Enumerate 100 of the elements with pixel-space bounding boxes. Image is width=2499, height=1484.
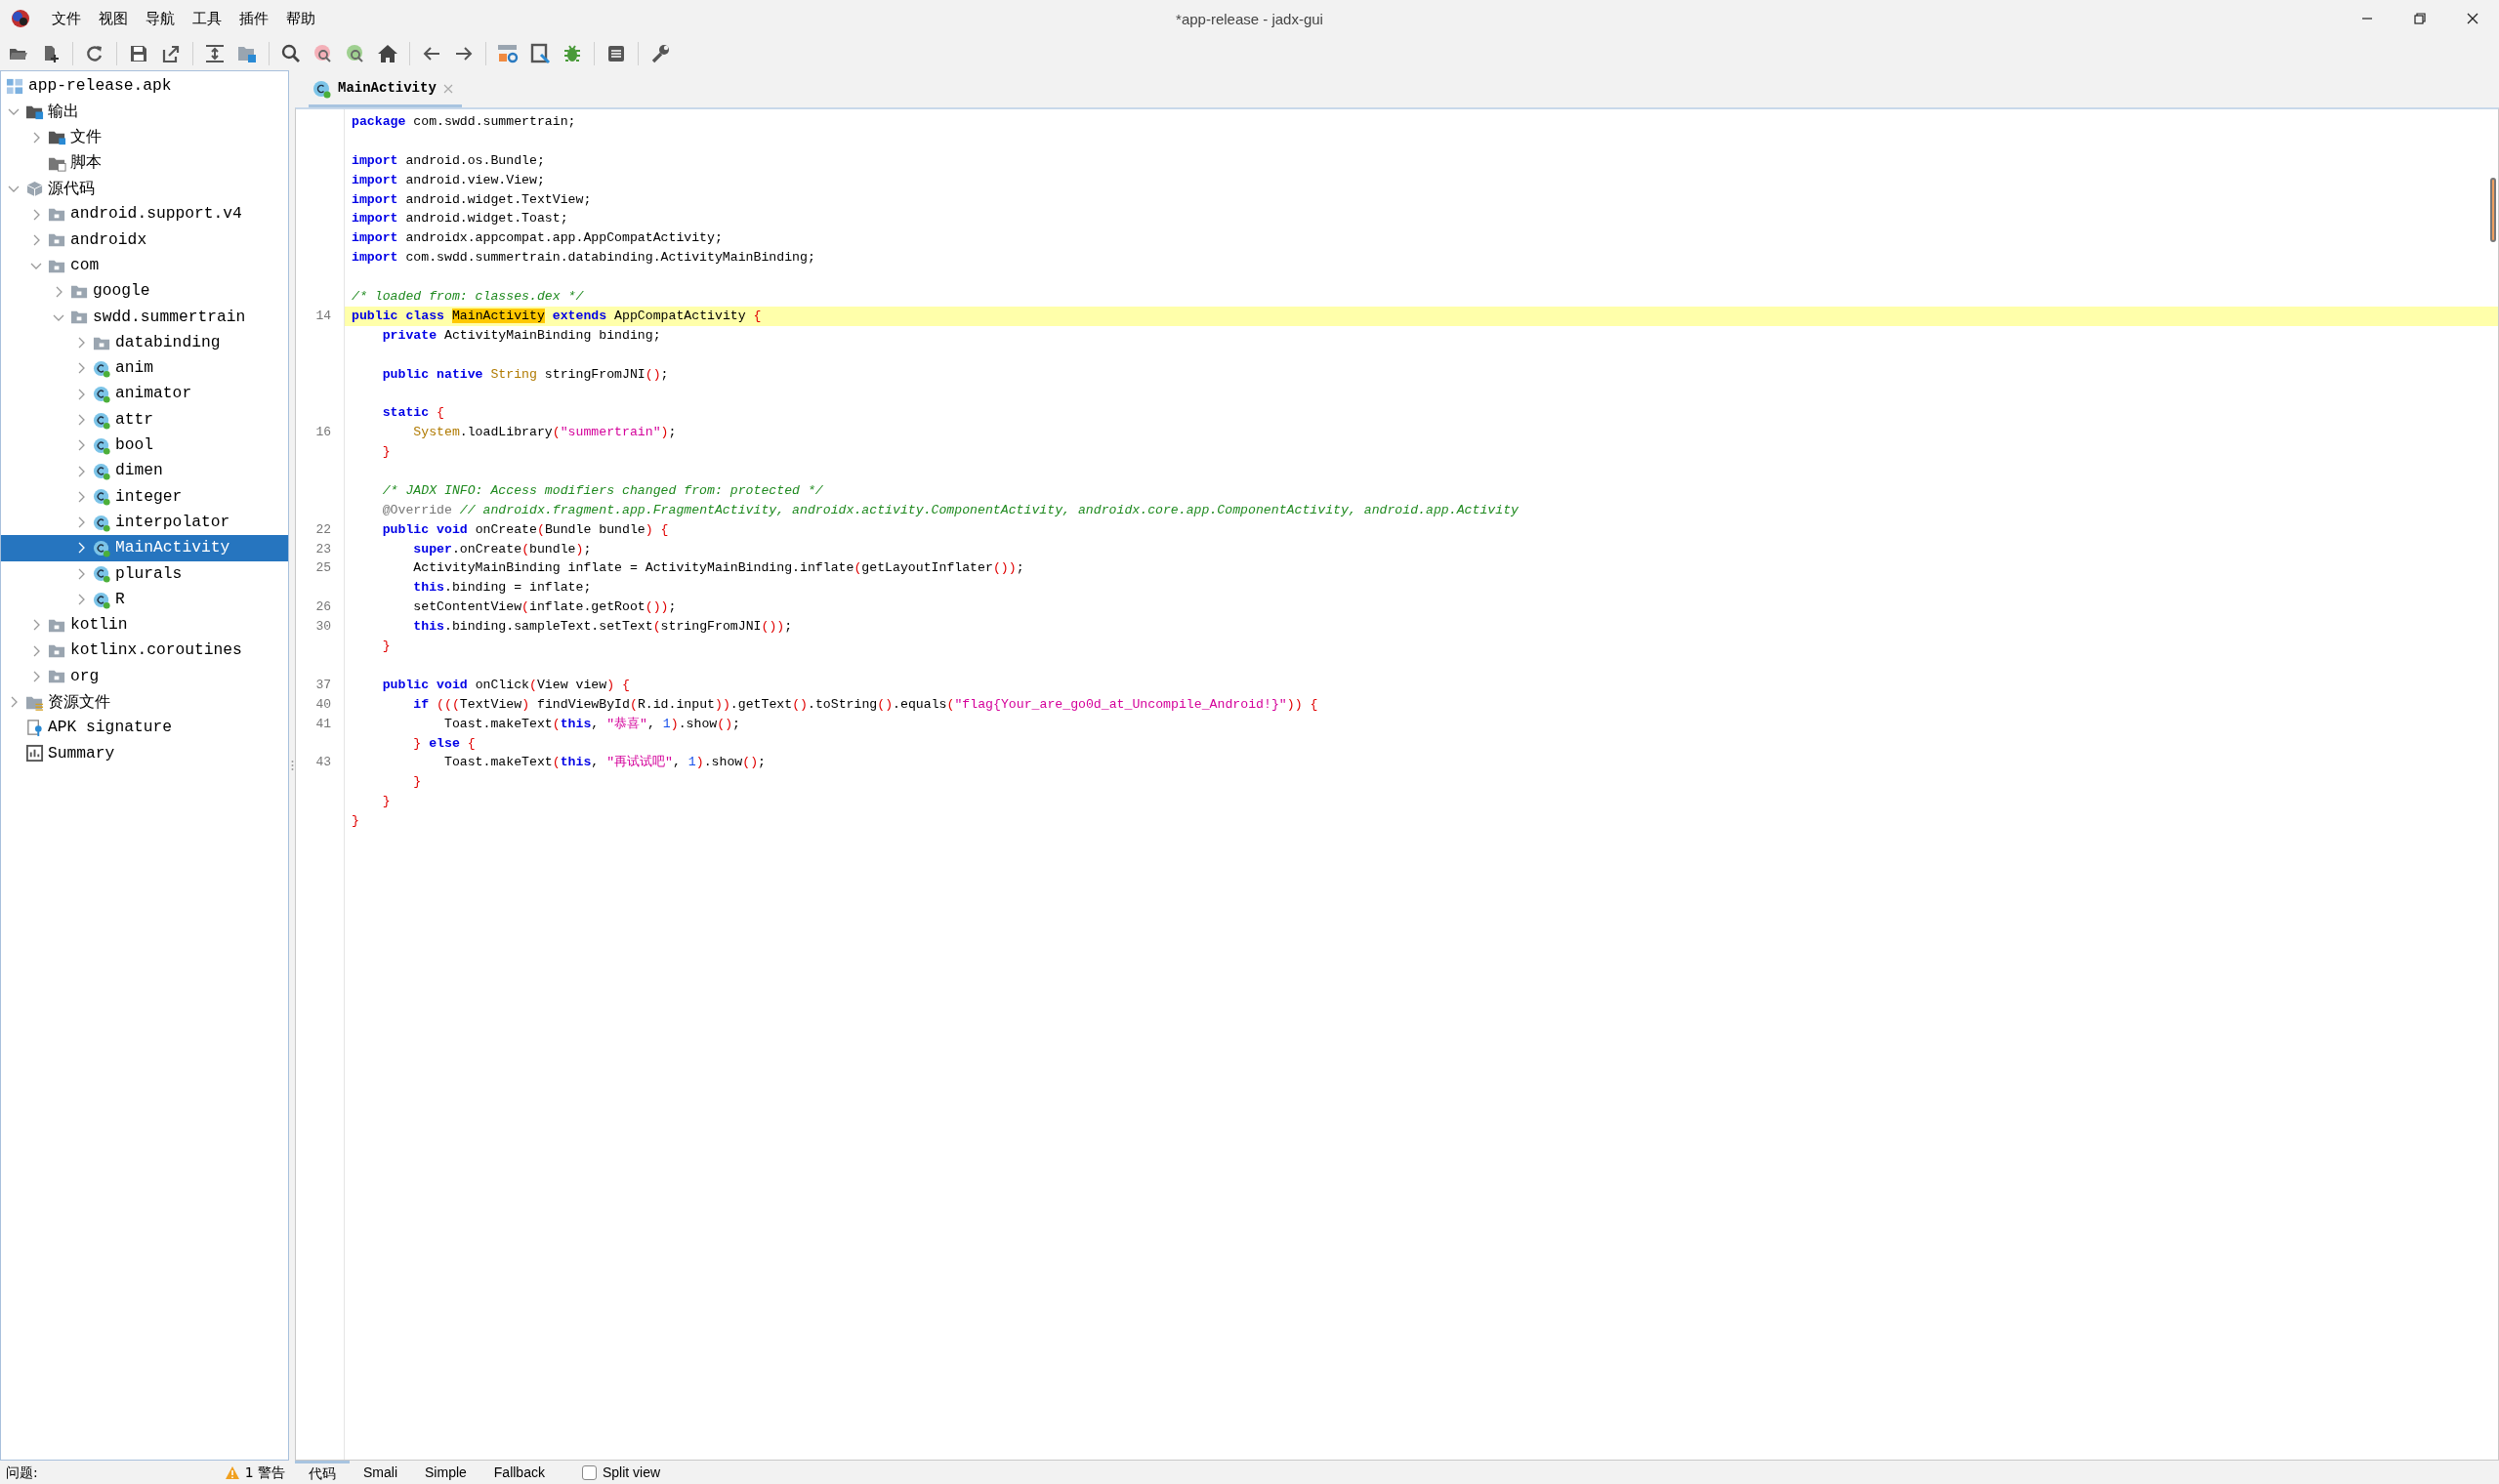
splitter-handle-icon[interactable] bbox=[290, 760, 294, 771]
box-icon bbox=[25, 179, 44, 198]
home-icon[interactable] bbox=[377, 43, 398, 64]
class-icon bbox=[93, 487, 111, 507]
code-line: } bbox=[412, 773, 423, 792]
tree-item[interactable]: android.support.v4 bbox=[1, 201, 288, 227]
code-line: import android.widget.TextView; bbox=[351, 190, 593, 209]
tree-item[interactable]: kotlinx.coroutines bbox=[1, 638, 288, 664]
chart-icon bbox=[25, 744, 44, 763]
warning-icon bbox=[224, 1464, 240, 1480]
class-icon bbox=[93, 385, 111, 404]
tree-item[interactable]: 脚本 bbox=[1, 149, 288, 177]
tree-item[interactable]: Summary bbox=[1, 740, 288, 766]
tree-item[interactable]: R bbox=[1, 586, 288, 613]
line-number: 26 bbox=[314, 598, 332, 617]
code-line: } else { bbox=[412, 734, 477, 753]
line-number: 23 bbox=[314, 540, 332, 558]
code-line: } bbox=[381, 638, 392, 656]
code-line: this.binding = inflate; bbox=[412, 579, 593, 598]
tree-item[interactable]: attr bbox=[1, 406, 288, 433]
app-logo-icon bbox=[10, 8, 31, 29]
document-cursor-icon[interactable] bbox=[529, 43, 551, 64]
class-icon bbox=[93, 462, 111, 481]
tree-item[interactable]: app-release.apk bbox=[1, 73, 288, 100]
export-icon[interactable] bbox=[160, 43, 182, 64]
code-line: import androidx.appcompat.app.AppCompatActivity; bbox=[351, 229, 724, 248]
line-number: 14 bbox=[314, 307, 332, 325]
warning-count[interactable]: 1 警告 bbox=[244, 1462, 285, 1483]
code-line: } bbox=[381, 793, 392, 811]
align-icon[interactable] bbox=[204, 43, 226, 64]
tree-item[interactable]: bool bbox=[1, 433, 288, 459]
code-line: ActivityMainBinding inflate = ActivityMainBinding.inflate(getLayoutInflater()); bbox=[412, 559, 1025, 578]
list-icon[interactable] bbox=[605, 43, 627, 64]
code-line: setContentView(inflate.getRoot()); bbox=[412, 598, 678, 617]
view-tab[interactable]: Smali bbox=[350, 1461, 411, 1484]
code-line: import android.os.Bundle; bbox=[351, 151, 546, 170]
code-line: package com.swdd.summertrain; bbox=[351, 113, 577, 131]
line-number: 37 bbox=[314, 676, 332, 694]
line-number: 43 bbox=[314, 754, 332, 772]
bug-icon[interactable] bbox=[562, 43, 583, 64]
view-tab[interactable]: Fallback bbox=[479, 1461, 559, 1484]
menu-item[interactable]: 工具 bbox=[184, 7, 230, 30]
tree-item[interactable]: integer bbox=[1, 483, 288, 511]
line-number: 30 bbox=[314, 618, 332, 637]
line-number: 22 bbox=[314, 520, 332, 539]
code-line: if (((TextView) findViewById(R.id.input)).getText().toString().equals("flag{Your_are_go0d_at_Uncompile_Android!}")) { bbox=[412, 695, 1319, 714]
tree-item[interactable]: google bbox=[1, 278, 288, 305]
apk-grid-icon bbox=[6, 76, 24, 96]
line-number: 16 bbox=[314, 424, 332, 442]
menu-item[interactable]: 文件 bbox=[43, 7, 90, 30]
wrench-icon[interactable] bbox=[649, 43, 671, 64]
scrollbar-thumb[interactable] bbox=[2490, 178, 2496, 242]
tree-item[interactable]: plurals bbox=[1, 560, 288, 587]
class-icon bbox=[93, 539, 111, 557]
split-view-checkbox[interactable]: Split view bbox=[581, 1462, 661, 1483]
tree-item[interactable]: anim bbox=[1, 355, 288, 382]
restore-icon[interactable] bbox=[2412, 11, 2428, 26]
tree-item[interactable]: org bbox=[1, 663, 288, 690]
class-icon bbox=[93, 513, 111, 532]
tree-item[interactable]: 文件 bbox=[1, 124, 288, 150]
close-icon[interactable] bbox=[2465, 11, 2480, 26]
tree-item[interactable]: APK signature bbox=[1, 715, 288, 741]
certificate-icon bbox=[25, 719, 44, 738]
class-icon bbox=[93, 590, 111, 609]
menu-item[interactable]: 视图 bbox=[90, 7, 137, 30]
code-line: private ActivityMainBinding binding; bbox=[381, 326, 662, 345]
save-icon[interactable] bbox=[128, 43, 149, 64]
window-title: *app-release - jadx-gui bbox=[1176, 10, 1323, 29]
code-line: public void onClick(View view) { bbox=[381, 676, 631, 694]
view-tab[interactable]: Simple bbox=[411, 1461, 480, 1484]
class-icon bbox=[93, 410, 111, 430]
tree-item[interactable]: kotlin bbox=[1, 612, 288, 639]
tree-item[interactable]: dimen bbox=[1, 458, 288, 484]
tree-item[interactable]: 输出 bbox=[1, 99, 288, 125]
code-line: public native String stringFromJNI(); bbox=[381, 365, 670, 384]
tree-item[interactable]: animator bbox=[1, 381, 288, 407]
tree-item[interactable]: databinding bbox=[1, 329, 288, 356]
tree-item[interactable]: interpolator bbox=[1, 510, 288, 536]
code-line: } bbox=[351, 812, 360, 831]
tree-item[interactable]: 资源文件 bbox=[1, 689, 288, 716]
menu-item[interactable]: 插件 bbox=[230, 7, 277, 30]
tree-item[interactable]: 源代码 bbox=[1, 176, 288, 202]
line-number: 25 bbox=[314, 559, 332, 578]
code-line: Toast.makeText(this, "恭喜", 1).show(); bbox=[442, 715, 741, 733]
menu-item[interactable]: 帮助 bbox=[277, 7, 324, 30]
code-line: /* loaded from: classes.dex */ bbox=[351, 288, 585, 306]
tree-item[interactable]: androidx bbox=[1, 227, 288, 254]
menu-item[interactable]: 导航 bbox=[137, 7, 184, 30]
problems-label: 问题: bbox=[6, 1463, 38, 1482]
class-icon bbox=[312, 78, 332, 99]
view-tab[interactable]: 代码 bbox=[295, 1461, 350, 1484]
code-line: /* JADX INFO: Access modifiers changed from: protected */ bbox=[381, 481, 824, 500]
code-line: System.loadLibrary("summertrain"); bbox=[412, 424, 678, 442]
code-line: static { bbox=[381, 404, 445, 423]
search-icon[interactable] bbox=[280, 43, 302, 64]
tree-item[interactable]: swdd.summertrain bbox=[1, 304, 288, 330]
tree-item[interactable]: com bbox=[1, 253, 288, 279]
class-icon bbox=[93, 435, 111, 455]
tree-item[interactable]: MainActivity bbox=[1, 535, 288, 561]
code-line: @Override // androidx.fragment.app.FragmentActivity, androidx.activity.ComponentActivity, androidx.core.app.ComponentActivity, android.app.Activity bbox=[381, 501, 1520, 519]
